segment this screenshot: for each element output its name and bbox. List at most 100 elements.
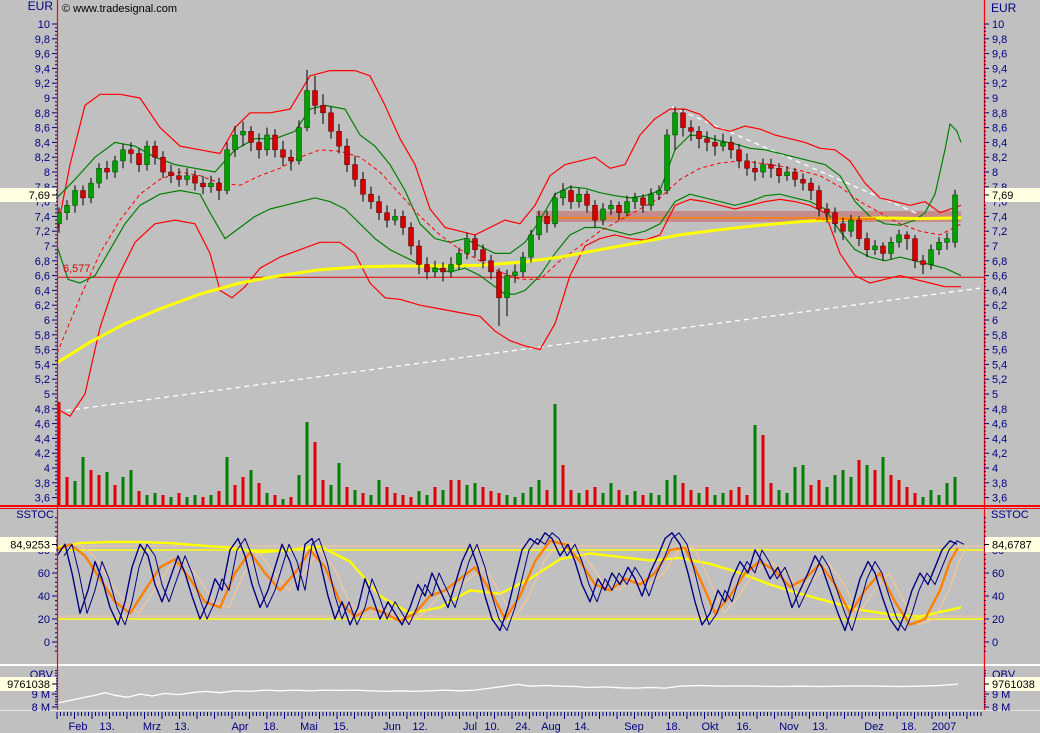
sstoc-tick-label-right: 20 <box>992 614 1004 626</box>
trendline-1 <box>57 288 980 412</box>
volume-bar <box>546 490 549 505</box>
price-tick-label-right: 4 <box>992 463 998 475</box>
price-tick-label-left: 4,8 <box>35 404 50 416</box>
volume-bar <box>850 477 853 505</box>
candle-body <box>209 183 214 187</box>
price-tick-label-right: 6,4 <box>992 285 1007 297</box>
candlesticks <box>57 70 958 326</box>
price-tick-label-right: 4,8 <box>992 404 1007 416</box>
volume-bar <box>930 490 933 505</box>
candle-body <box>217 183 222 190</box>
volume-bar <box>250 470 253 505</box>
price-tick-label-left: 7 <box>44 241 50 253</box>
candle-body <box>769 165 774 169</box>
candle-body <box>489 261 494 272</box>
volume-bar <box>226 457 229 505</box>
price-tick-label-right: 7 <box>992 241 998 253</box>
volume-bar <box>946 483 949 505</box>
sstoc-orange <box>57 541 958 625</box>
candle-body <box>777 168 782 175</box>
price-tick-label-left: 6 <box>44 315 50 327</box>
candle-body <box>465 239 470 254</box>
volume-bar <box>218 491 221 505</box>
price-tick-label-right: 9,2 <box>992 78 1007 90</box>
candle-body <box>457 253 462 264</box>
price-tick-label-right: 6,2 <box>992 300 1007 312</box>
volume-bar <box>722 493 725 505</box>
volume-bar <box>890 475 893 505</box>
volume-bar <box>714 495 717 505</box>
candle-body <box>289 157 294 161</box>
volume-bar <box>842 470 845 505</box>
price-tick-label-left: 9 <box>44 93 50 105</box>
x-axis-label: 13. <box>174 721 189 733</box>
volume-bar <box>306 422 309 505</box>
candle-body <box>313 91 318 106</box>
volume-bar <box>874 470 877 505</box>
candle-body <box>601 209 606 220</box>
volume-bar <box>690 490 693 505</box>
x-axis-label: 10. <box>484 721 499 733</box>
candle-body <box>721 142 726 146</box>
candle-body <box>945 239 950 243</box>
volume-bar <box>906 487 909 505</box>
volume-bar <box>362 493 365 505</box>
candle-body <box>161 157 166 172</box>
obv-value-box-left: 9761038 <box>0 677 57 691</box>
x-axis-label: 18. <box>665 721 680 733</box>
main-price-panel <box>57 70 985 505</box>
price-tick-label-left: 5 <box>44 389 50 401</box>
candle-body <box>649 194 654 205</box>
volume-bar <box>754 425 757 505</box>
candle-body <box>881 246 886 253</box>
x-axis-label: Aug <box>541 721 561 733</box>
candle-body <box>889 242 894 253</box>
sstoc-peach-signal <box>66 541 967 625</box>
candle-body <box>561 191 566 198</box>
sstoc-tick-label-right: 0 <box>992 637 998 649</box>
volume-bar <box>66 477 69 505</box>
candle-body <box>673 113 678 135</box>
volume-bar <box>418 491 421 505</box>
candle-body <box>921 261 926 265</box>
candle-body <box>369 194 374 201</box>
price-tick-label-right: 8,8 <box>992 108 1007 120</box>
candle-body <box>105 168 110 172</box>
price-tick-label-left: 6,6 <box>35 271 50 283</box>
volume-bar <box>954 477 957 505</box>
price-tick-label-right: 7,2 <box>992 226 1007 238</box>
volume-bar <box>202 497 205 505</box>
volume-bar <box>586 490 589 505</box>
volume-bar <box>122 477 125 505</box>
candle-body <box>553 198 558 224</box>
price-tick-label-left: 6,2 <box>35 300 50 312</box>
candle-body <box>137 154 142 165</box>
sstoc-tick-label-right: 40 <box>992 591 1004 603</box>
price-tick-label-left: 5,2 <box>35 374 50 386</box>
candle-body <box>481 250 486 261</box>
volume-bar <box>882 457 885 505</box>
volume-bar <box>322 480 325 505</box>
candle-body <box>785 172 790 176</box>
x-axis-label: 13. <box>812 721 827 733</box>
candle-body <box>193 176 198 183</box>
candle-body <box>113 161 118 172</box>
volume-bar <box>770 483 773 505</box>
volume-bar <box>138 491 141 505</box>
candle-body <box>225 150 230 191</box>
price-tick-label-left: 4,6 <box>35 419 50 431</box>
candle-body <box>857 220 862 239</box>
candle-body <box>505 276 510 298</box>
price-tick-label-right: 3,6 <box>992 493 1007 505</box>
price-tick-label-right: 4,2 <box>992 448 1007 460</box>
volume-bar <box>562 465 565 505</box>
price-tick-label-right: 3,8 <box>992 478 1007 490</box>
price-tick-label-left: 6,4 <box>35 285 50 297</box>
price-tick-label-left: 5,8 <box>35 330 50 342</box>
copyright-label: © www.tradesignal.com <box>62 3 177 15</box>
price-tick-label-right: 6,6 <box>992 271 1007 283</box>
volume-bar <box>666 480 669 505</box>
candle-body <box>713 142 718 146</box>
currency-label-left: EUR <box>0 0 53 12</box>
volume-bar <box>146 495 149 505</box>
